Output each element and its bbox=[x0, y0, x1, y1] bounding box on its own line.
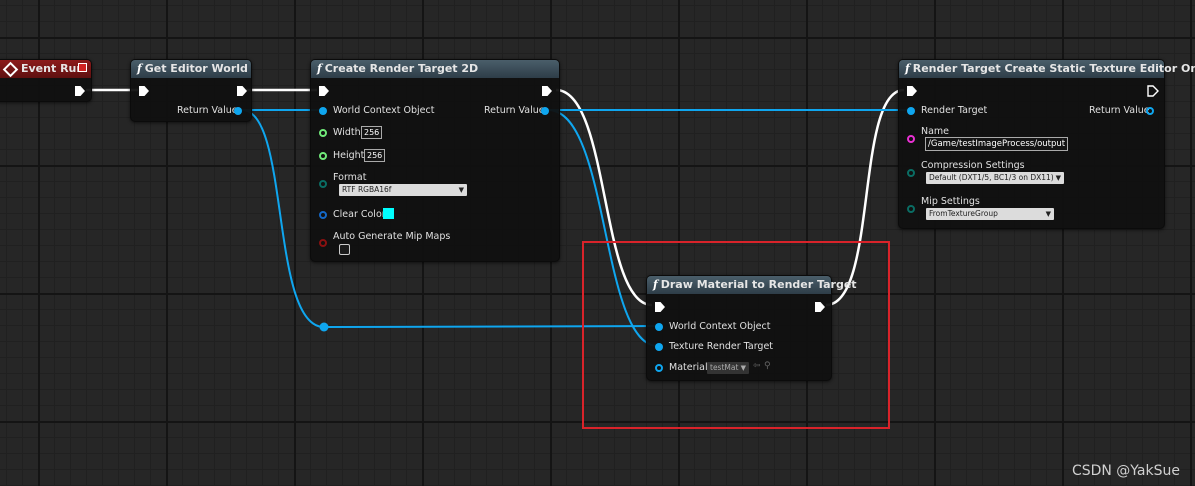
static-texture-name-label: Name bbox=[921, 126, 950, 137]
highlight-box bbox=[582, 241, 890, 429]
static-texture-mip-label: Mip Settings bbox=[921, 196, 980, 207]
create-render-target-header[interactable]: f Create Render Target 2D bbox=[311, 60, 559, 78]
create-rt-exec-in[interactable] bbox=[319, 86, 329, 96]
create-rt-format-value: RTF RGBA16f bbox=[342, 185, 392, 194]
create-rt-height-pin[interactable] bbox=[319, 152, 327, 160]
create-rt-width-pin[interactable] bbox=[319, 129, 327, 137]
static-texture-compression-label: Compression Settings bbox=[921, 160, 1025, 171]
static-texture-mip-pin[interactable] bbox=[907, 205, 915, 213]
static-texture-render-target-pin[interactable] bbox=[907, 107, 915, 115]
static-texture-compression-value: Default (DXT1/5, BC1/3 on DX11) bbox=[929, 173, 1054, 182]
create-rt-world-context-pin[interactable] bbox=[319, 107, 327, 115]
watermark: CSDN @YakSue bbox=[1071, 463, 1180, 479]
static-texture-mip-value: FromTextureGroup bbox=[929, 209, 998, 218]
chevron-down-icon: ▼ bbox=[458, 186, 464, 194]
function-icon: f bbox=[137, 62, 142, 75]
create-rt-height-label: Height bbox=[333, 150, 365, 161]
static-texture-return-label: Return Value bbox=[1089, 105, 1150, 116]
chevron-down-icon: ▼ bbox=[1055, 174, 1061, 182]
create-rt-auto-mip-label: Auto Generate Mip Maps bbox=[333, 231, 451, 242]
static-texture-title: Render Target Create Static Texture Edit… bbox=[912, 62, 1195, 75]
create-rt-height-input[interactable]: 256 bbox=[364, 149, 386, 162]
get-editor-world-return-pin[interactable] bbox=[234, 107, 242, 115]
event-run-title: Event Run bbox=[21, 62, 85, 75]
event-diamond-icon bbox=[2, 61, 19, 78]
create-rt-return-label: Return Value bbox=[484, 105, 545, 116]
static-texture-exec-in[interactable] bbox=[907, 86, 917, 96]
event-run-header[interactable]: Event Run bbox=[0, 60, 91, 78]
create-render-target-node[interactable]: f Create Render Target 2D World Context O… bbox=[310, 59, 560, 262]
static-texture-node[interactable]: f Render Target Create Static Texture Edi… bbox=[898, 59, 1195, 229]
get-editor-world-exec-in[interactable] bbox=[139, 86, 149, 96]
create-rt-clear-color-pin[interactable] bbox=[319, 211, 327, 219]
create-rt-auto-mip-pin[interactable] bbox=[319, 239, 327, 247]
create-rt-auto-mip-checkbox[interactable] bbox=[339, 244, 350, 255]
get-editor-world-title: Get Editor World bbox=[144, 62, 248, 75]
get-editor-world-exec-out[interactable] bbox=[237, 86, 247, 96]
chevron-down-icon: ▼ bbox=[1045, 210, 1051, 218]
event-run-node[interactable]: Event Run bbox=[0, 59, 92, 102]
create-rt-format-dropdown[interactable]: RTF RGBA16f ▼ bbox=[339, 184, 467, 196]
function-icon: f bbox=[317, 62, 322, 75]
static-texture-header[interactable]: f Render Target Create Static Texture Edi… bbox=[899, 60, 1195, 78]
create-rt-clear-color-label: Clear Color bbox=[333, 209, 386, 220]
create-rt-world-context-label: World Context Object bbox=[333, 105, 435, 116]
reroute-knot bbox=[319, 322, 329, 332]
static-texture-name-pin[interactable] bbox=[907, 135, 915, 143]
create-rt-clear-color-swatch[interactable] bbox=[383, 208, 394, 219]
static-texture-name-input[interactable]: /Game/testImageProcess/output bbox=[925, 137, 1069, 151]
create-rt-format-label: Format bbox=[333, 172, 367, 183]
create-rt-exec-out[interactable] bbox=[542, 86, 552, 96]
static-texture-compression-dropdown[interactable]: Default (DXT1/5, BC1/3 on DX11) ▼ bbox=[926, 172, 1064, 184]
static-texture-compression-pin[interactable] bbox=[907, 169, 915, 177]
get-editor-world-node[interactable]: f Get Editor World Return Value bbox=[130, 59, 252, 122]
get-editor-world-return-label: Return Value bbox=[177, 105, 238, 116]
create-rt-width-label: Width bbox=[333, 127, 361, 138]
create-rt-format-pin[interactable] bbox=[319, 180, 327, 188]
create-rt-return-pin[interactable] bbox=[541, 107, 549, 115]
delegate-pin-icon[interactable] bbox=[78, 63, 87, 72]
create-render-target-title: Create Render Target 2D bbox=[324, 62, 479, 75]
create-rt-width-input[interactable]: 256 bbox=[361, 126, 383, 139]
static-texture-mip-dropdown[interactable]: FromTextureGroup ▼ bbox=[926, 208, 1054, 220]
function-icon: f bbox=[905, 62, 910, 75]
static-texture-exec-out[interactable] bbox=[1147, 85, 1159, 97]
event-run-exec-out[interactable] bbox=[75, 86, 85, 96]
get-editor-world-header[interactable]: f Get Editor World bbox=[131, 60, 251, 78]
static-texture-return-pin[interactable] bbox=[1146, 107, 1154, 115]
static-texture-render-target-label: Render Target bbox=[921, 105, 988, 116]
